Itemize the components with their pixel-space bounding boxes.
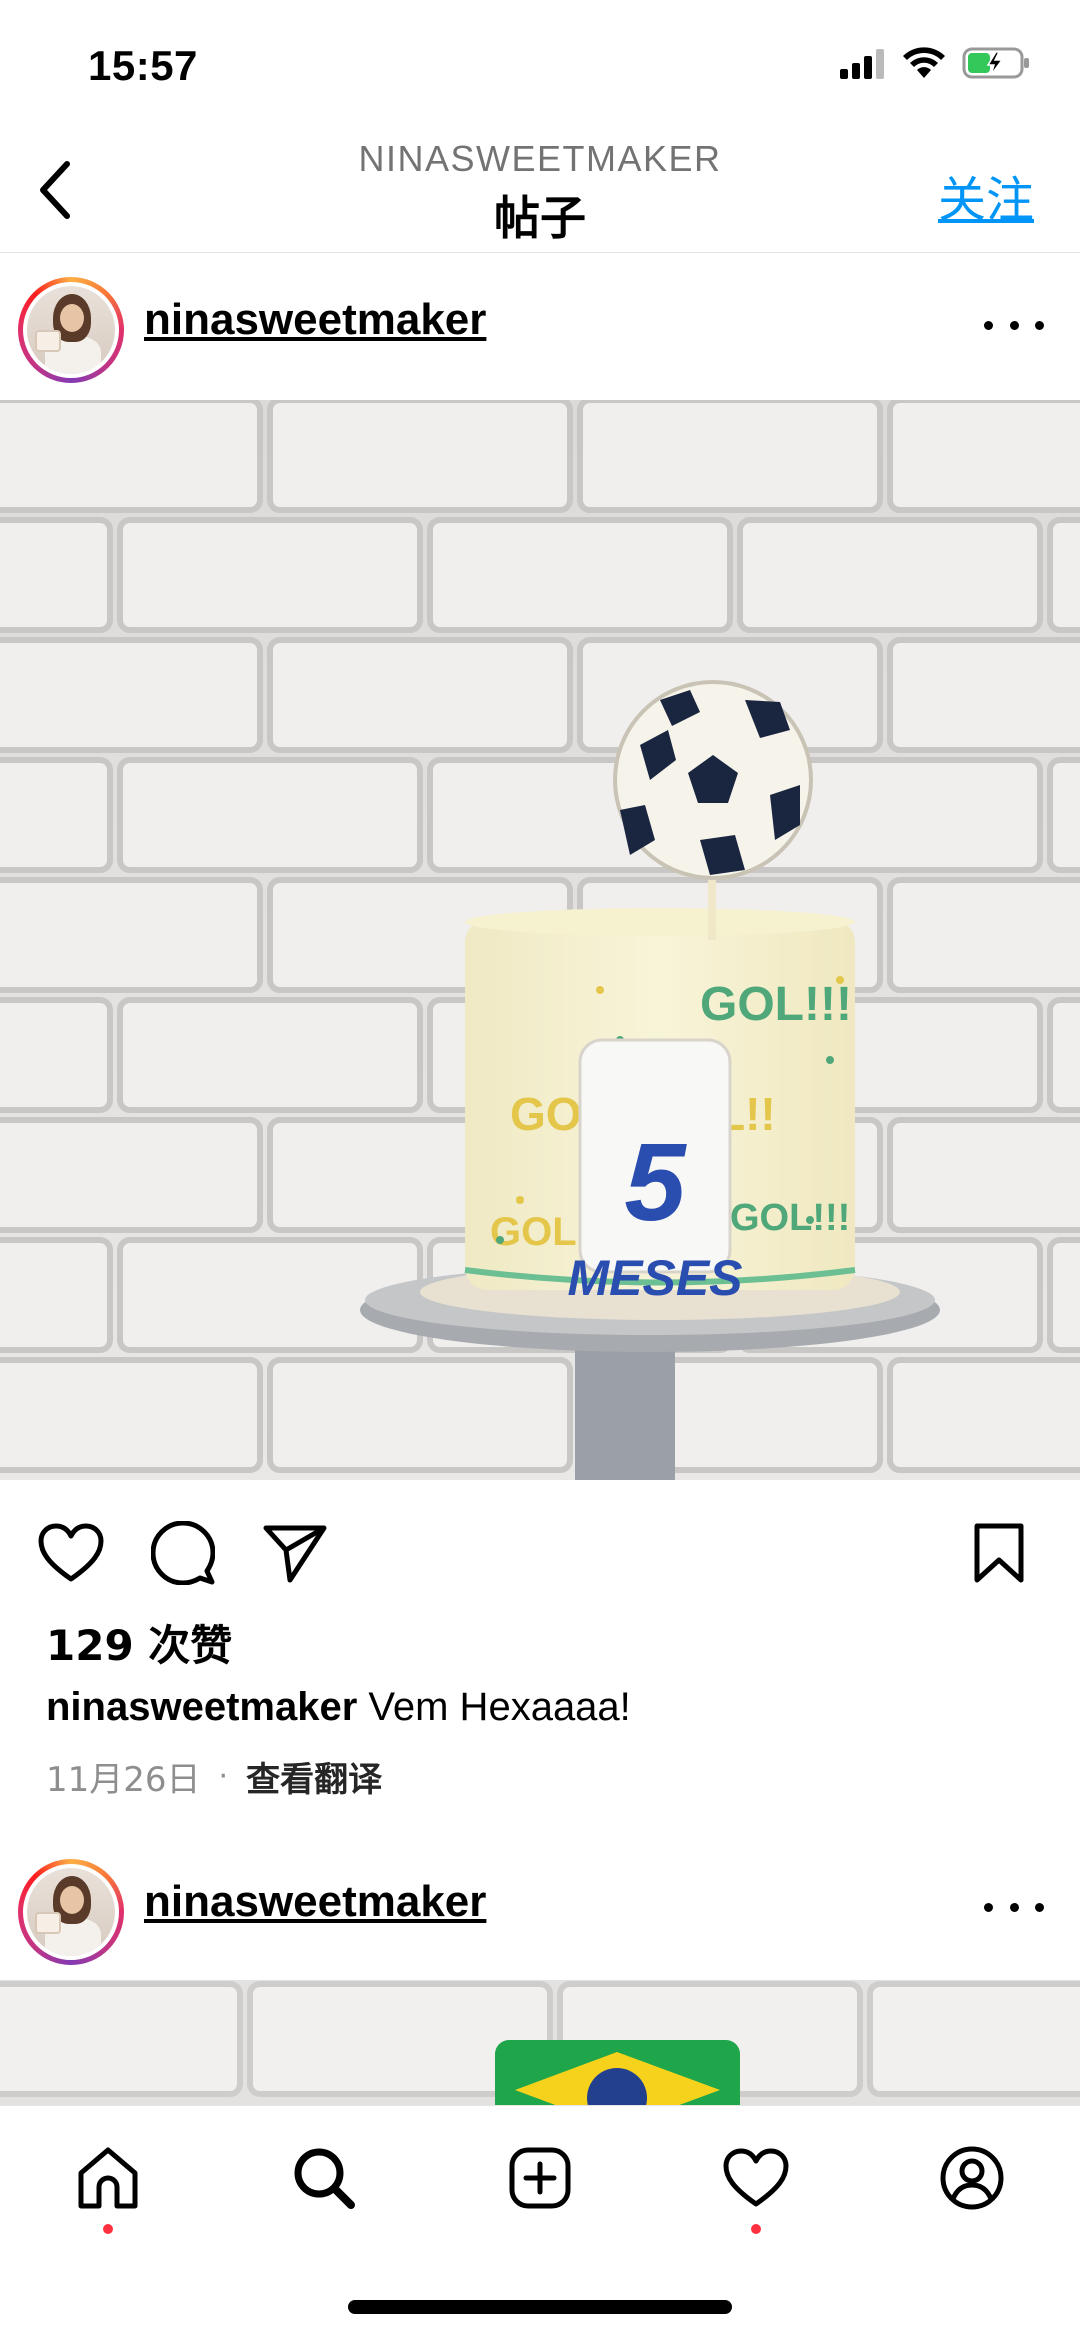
create-icon <box>509 2147 571 2209</box>
comment-icon <box>151 1521 215 1585</box>
follow-button[interactable]: 关注 <box>938 160 1034 230</box>
wifi-icon <box>903 47 945 78</box>
cake-photo: GOL!!! GOOOOLL!! GOL!!! GOL! 5 MESES <box>0 400 1080 1480</box>
bookmark-icon <box>974 1523 1024 1583</box>
meta-separator: · <box>218 1759 229 1794</box>
share-button[interactable] <box>260 1518 330 1588</box>
home-indicator[interactable] <box>348 2300 732 2314</box>
tab-create[interactable] <box>500 2138 580 2218</box>
signal-icon <box>840 49 884 79</box>
heart-icon <box>38 1523 104 1582</box>
status-icons <box>838 46 1032 80</box>
post-author-row: ninasweetmaker <box>0 253 1080 398</box>
next-post-author-row: ninasweetmaker <box>0 1835 1080 1980</box>
post-image[interactable]: GOL!!! GOOOOLL!! GOL!!! GOL! 5 MESES <box>0 400 1080 1480</box>
tab-activity[interactable] <box>716 2138 796 2218</box>
save-button[interactable] <box>964 1518 1034 1588</box>
status-bar: 15:57 <box>0 0 1080 130</box>
caption: ninasweetmaker Vem Hexaaaa! <box>46 1685 631 1730</box>
comment-button[interactable] <box>148 1518 218 1588</box>
send-icon <box>263 1525 327 1583</box>
status-time: 15:57 <box>88 42 198 89</box>
post-date: 11月26日 <box>46 1760 201 1800</box>
activity-badge <box>751 2224 761 2234</box>
see-translation-link[interactable]: 查看翻译 <box>246 1752 382 1801</box>
search-icon <box>294 2148 355 2209</box>
instagram-post-page: 15:57 NINASWEETMAKER 帖子 关注 ninasweetmake… <box>0 0 1080 2337</box>
home-badge <box>103 2224 113 2234</box>
page-title: 帖子 <box>494 191 586 245</box>
cake-text-4: GOL! <box>490 1210 590 1254</box>
more-options-icon[interactable] <box>984 1887 1044 1927</box>
story-ring[interactable] <box>18 277 124 383</box>
cake-text-1: GOL!!! <box>700 978 852 1031</box>
header-titles: NINASWEETMAKER 帖子 <box>0 138 1080 248</box>
tab-home[interactable] <box>68 2138 148 2218</box>
tab-profile[interactable] <box>932 2138 1012 2218</box>
home-icon <box>78 2147 138 2209</box>
like-button[interactable] <box>36 1518 106 1588</box>
story-ring[interactable] <box>18 1859 124 1965</box>
likes-count[interactable]: 129 次赞 <box>46 1612 232 1673</box>
caption-text: Vem Hexaaaa! <box>368 1685 631 1729</box>
tab-search[interactable] <box>284 2138 364 2218</box>
next-post-image[interactable] <box>0 1980 1080 2110</box>
header-account-name: NINASWEETMAKER <box>358 138 722 179</box>
topper-number: 5 <box>624 1121 687 1244</box>
avatar <box>27 1868 115 1956</box>
topper-word: MESES <box>567 1250 742 1306</box>
battery-icon <box>962 47 1029 79</box>
caption-username[interactable]: ninasweetmaker <box>46 1685 357 1729</box>
next-post-username[interactable]: ninasweetmaker <box>144 1877 486 1927</box>
avatar <box>27 286 115 374</box>
profile-icon <box>940 2146 1004 2210</box>
cake-text-3: GOL!!! <box>730 1197 850 1239</box>
post-username[interactable]: ninasweetmaker <box>144 295 486 345</box>
post-actions <box>0 1500 1080 1600</box>
post-meta: 11月26日 · 查看翻译 <box>46 1752 382 1801</box>
more-options-icon[interactable] <box>984 305 1044 345</box>
post-header-bar: NINASWEETMAKER 帖子 关注 <box>0 130 1080 253</box>
activity-icon <box>723 2148 789 2207</box>
